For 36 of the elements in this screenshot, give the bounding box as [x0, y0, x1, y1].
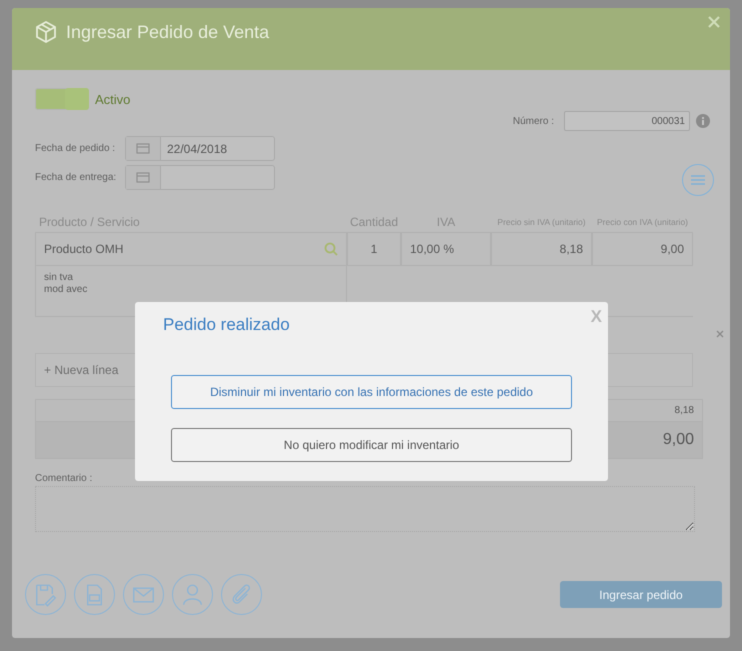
table-cell: 1 [347, 232, 401, 266]
toolbar-button[interactable] [123, 574, 164, 615]
calendar-icon [136, 171, 150, 183]
comment-field[interactable] [35, 486, 695, 532]
menu-button[interactable] [682, 164, 714, 196]
close-button[interactable] [708, 16, 720, 28]
status-toggle[interactable] [35, 88, 89, 110]
product-cell[interactable]: Producto OMH [35, 232, 347, 266]
toolbar-button[interactable] [172, 574, 213, 615]
field-label: Fecha de entrega: [35, 172, 118, 182]
close-icon [716, 330, 724, 338]
table-cell: 8,18 [491, 232, 592, 266]
menu-icon [691, 175, 705, 185]
delete-button[interactable] [716, 330, 724, 338]
option-button[interactable]: No quiero modificar mi inventario [171, 428, 572, 462]
calendar-icon [136, 142, 150, 154]
close-icon [708, 16, 720, 28]
window-title: Ingresar Pedido de Venta [66, 21, 270, 44]
toolbar-button[interactable] [221, 574, 262, 615]
toolbar-button[interactable] [25, 574, 66, 615]
search-icon [324, 242, 338, 256]
field-label: Fecha de pedido : [35, 142, 116, 154]
box-icon [34, 20, 58, 44]
date-field[interactable]: 22/04/2018 [125, 136, 275, 160]
field-label: Número : [512, 116, 554, 126]
modal-title: Pedido realizado [163, 315, 290, 335]
status-label: Activo [95, 92, 130, 106]
date-field[interactable] [125, 164, 275, 190]
number-field[interactable]: 000031 [564, 111, 690, 131]
info-icon [696, 114, 710, 128]
option-button[interactable]: Disminuir mi inventario con las informaciones de este pedido [171, 375, 572, 409]
submit-button[interactable]: Ingresar pedido [560, 581, 722, 608]
toolbar-button[interactable] [74, 574, 115, 615]
table-cell: 9,00 [592, 232, 693, 266]
field-label: Comentario : [35, 473, 94, 484]
table-cell: 10,00 % [401, 232, 491, 266]
